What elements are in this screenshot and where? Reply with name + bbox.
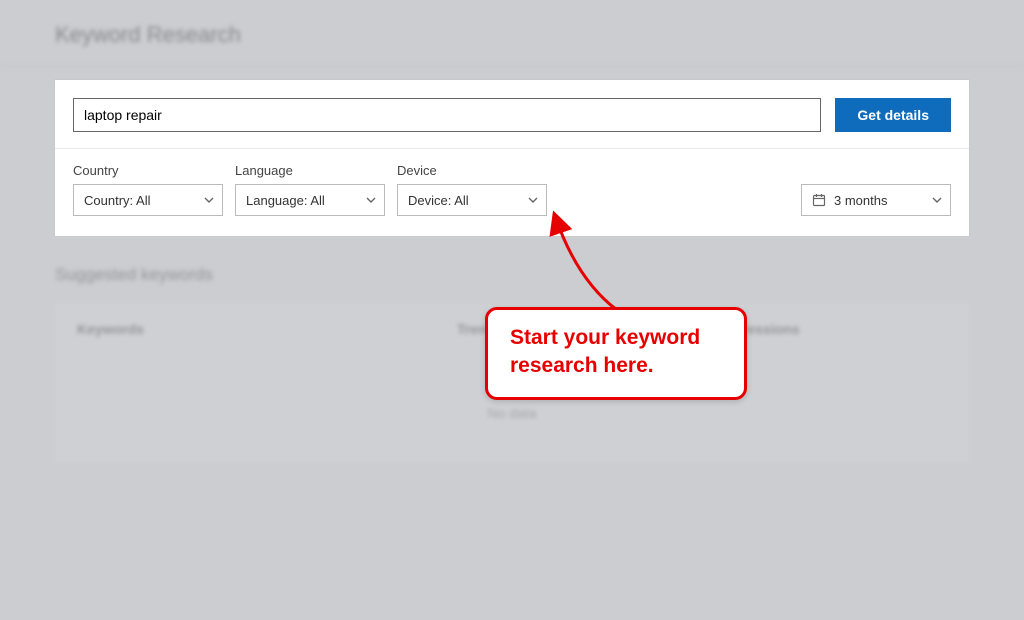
language-filter-group: Language Language: All <box>235 163 385 216</box>
country-dropdown[interactable]: Country: All <box>73 184 223 216</box>
page-header: Keyword Research <box>0 0 1024 66</box>
chevron-down-icon <box>366 195 376 205</box>
date-range-value: 3 months <box>834 193 924 208</box>
country-dropdown-value: Country: All <box>84 193 150 208</box>
device-label: Device <box>397 163 547 178</box>
table-empty-text: No data <box>55 405 969 421</box>
device-dropdown-value: Device: All <box>408 193 469 208</box>
filters-row: Country Country: All Language Language: … <box>55 149 969 236</box>
country-filter-group: Country Country: All <box>73 163 223 216</box>
language-dropdown[interactable]: Language: All <box>235 184 385 216</box>
column-impressions: Impressions <box>717 321 947 337</box>
calendar-icon <box>812 193 826 207</box>
suggested-section-title: Suggested keywords <box>55 265 969 285</box>
page-root: Keyword Research Suggested keywords Keyw… <box>0 0 1024 620</box>
chevron-down-icon <box>528 195 538 205</box>
annotation-arrow <box>547 210 647 318</box>
annotation-text: Start your keyword research here. <box>510 324 722 381</box>
get-details-button[interactable]: Get details <box>835 98 951 132</box>
page-title: Keyword Research <box>55 22 969 48</box>
country-label: Country <box>73 163 223 178</box>
column-keywords: Keywords <box>77 321 457 337</box>
chevron-down-icon <box>204 195 214 205</box>
annotation-callout: Start your keyword research here. <box>485 307 747 400</box>
search-panel: Get details Country Country: All Languag… <box>55 80 969 236</box>
keyword-input[interactable] <box>73 98 821 132</box>
language-label: Language <box>235 163 385 178</box>
date-range-dropdown[interactable]: 3 months <box>801 184 951 216</box>
device-dropdown[interactable]: Device: All <box>397 184 547 216</box>
search-row: Get details <box>55 80 969 149</box>
language-dropdown-value: Language: All <box>246 193 325 208</box>
chevron-down-icon <box>932 195 942 205</box>
device-filter-group: Device Device: All <box>397 163 547 216</box>
